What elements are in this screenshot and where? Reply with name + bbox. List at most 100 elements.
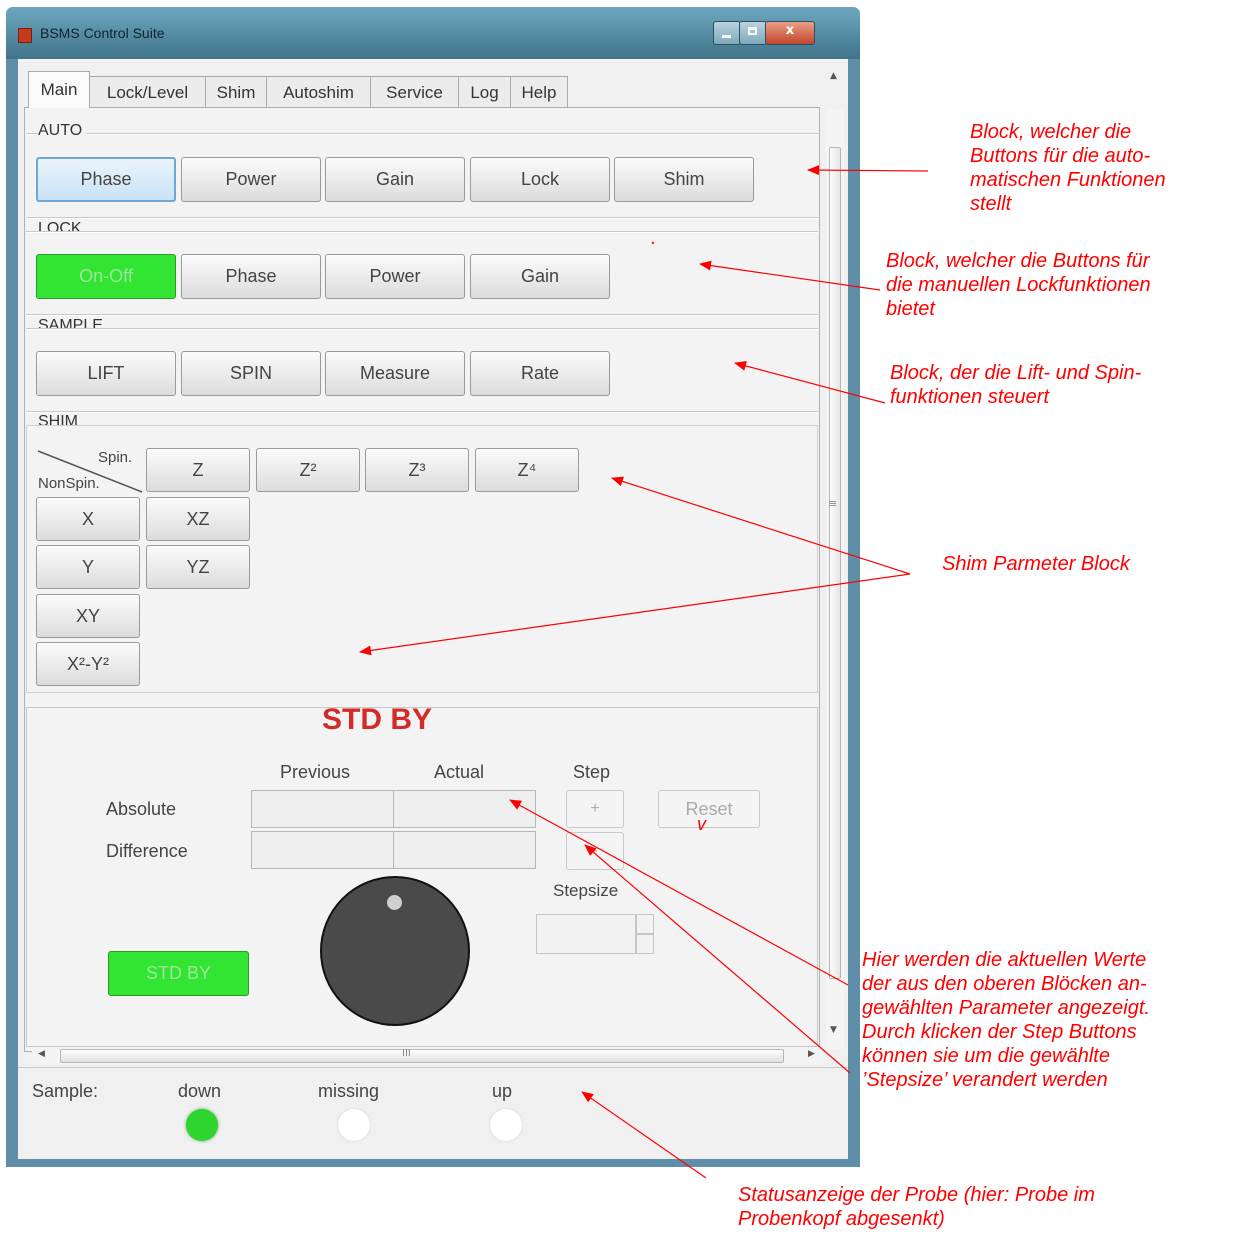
lock-on-off-button[interactable]: On-Off [36, 254, 176, 299]
window-title: BSMS Control Suite [40, 25, 165, 41]
vertical-scroll-thumb[interactable] [829, 147, 841, 979]
annotation-status: Statusanzeige der Probe (hier: Probe im … [738, 1183, 1095, 1231]
auto-gain-button[interactable]: Gain [325, 157, 465, 202]
annotation-auto-line: matischen Funktionen [970, 169, 1166, 191]
annotation-sample: Block, der die Lift- und Spin- funktione… [890, 361, 1141, 409]
row-absolute-label: Absolute [106, 799, 177, 819]
title-bar[interactable]: BSMS Control Suite x [6, 7, 860, 59]
sample-group-line-2 [26, 328, 818, 330]
absolute-previous-field[interactable] [251, 790, 394, 828]
status-title: STD BY [322, 703, 433, 736]
sample-rate-button[interactable]: Rate [470, 351, 610, 396]
annotation-status-line: Statusanzeige der Probe (hier: Probe im [738, 1184, 1095, 1206]
annotation-sample-line: funktionen steuert [890, 386, 1049, 408]
shim-z-button[interactable]: Z [146, 448, 250, 492]
status-missing-led-icon [338, 1109, 370, 1141]
stray-annotation-mark: v [697, 814, 706, 834]
row-difference-label: Difference [106, 841, 188, 861]
sample-measure-button[interactable]: Measure [325, 351, 465, 396]
shim-xz-button[interactable]: XZ [146, 497, 250, 541]
app-icon [18, 28, 32, 43]
annotation-values: Hier werden die aktuellen Werte der aus … [862, 948, 1150, 1092]
shim-z4-button[interactable]: Z⁴ [475, 448, 579, 492]
auto-group-label: AUTO [38, 122, 87, 140]
shim-y-button[interactable]: Y [36, 545, 140, 589]
col-step-label: Step [573, 762, 611, 782]
sample-group-label: SAMPLE [38, 317, 107, 335]
tab-log[interactable]: Log [458, 76, 511, 107]
close-icon: x [785, 23, 795, 38]
vertical-grip-icon: ≡ [828, 497, 838, 510]
auto-shim-button[interactable]: Shim [614, 157, 754, 202]
annotation-shim: Shim Parmeter Block [942, 552, 1130, 576]
scroll-right-arrow-icon[interactable]: ▶ [808, 1049, 815, 1059]
tab-autoshim[interactable]: Autoshim [266, 76, 371, 107]
lock-group-line-2 [26, 231, 818, 233]
annotation-auto-line: stellt [970, 193, 1012, 215]
sample-spin-button[interactable]: SPIN [181, 351, 321, 396]
knob-indicator-icon [387, 895, 402, 910]
lock-power-button[interactable]: Power [325, 254, 465, 299]
annotation-values-line: Durch klicken der Step Buttons [862, 1021, 1137, 1043]
horizontal-grip-icon: III [402, 1048, 411, 1059]
tab-service[interactable]: Service [370, 76, 459, 107]
lock-phase-button[interactable]: Phase [181, 254, 321, 299]
annotation-status-line: Probenkopf abgesenkt) [738, 1208, 945, 1230]
lock-group-line [26, 217, 818, 219]
lock-group-label: LOCK [38, 220, 86, 238]
annotation-auto-line: Buttons für die auto- [970, 145, 1151, 167]
client-area: Main Lock/Level Shim Autoshim Service Lo… [18, 59, 848, 1159]
value-knob[interactable] [320, 876, 470, 1026]
scroll-down-arrow-icon[interactable]: ▼ [830, 1025, 837, 1035]
shim-x-button[interactable]: X [36, 497, 140, 541]
stepsize-down-arrow-icon[interactable] [636, 934, 654, 954]
status-up-label: up [492, 1081, 513, 1101]
maximize-button[interactable] [739, 21, 767, 45]
scroll-up-arrow-icon[interactable]: ▲ [830, 71, 837, 81]
sample-group-line [26, 314, 818, 316]
annotation-auto: Block, welcher die Buttons für die auto-… [970, 120, 1166, 216]
stepsize-up-arrow-icon[interactable] [636, 914, 654, 934]
app-window: BSMS Control Suite x Main Lock/Level Shi… [6, 7, 860, 1167]
annotation-auto-line: Block, welcher die [970, 121, 1132, 143]
shim-xy-button[interactable]: XY [36, 594, 140, 638]
col-previous-label: Previous [280, 762, 351, 782]
tab-shim[interactable]: Shim [205, 76, 267, 107]
lock-gain-button[interactable]: Gain [470, 254, 610, 299]
tab-lock-level[interactable]: Lock/Level [89, 76, 206, 107]
difference-actual-field[interactable] [393, 831, 536, 869]
step-plus-button[interactable]: + [566, 790, 624, 828]
auto-group-line [26, 133, 818, 135]
step-minus-button[interactable]: - [566, 832, 624, 870]
annotation-lock: Block, welcher die Buttons für die manue… [886, 249, 1151, 321]
scroll-left-arrow-icon[interactable]: ◀ [38, 1049, 45, 1059]
horizontal-scroll-thumb[interactable] [60, 1049, 784, 1063]
stepsize-input[interactable] [536, 914, 636, 954]
tab-help[interactable]: Help [510, 76, 568, 107]
reset-button[interactable]: Reset [658, 790, 760, 828]
auto-power-button[interactable]: Power [181, 157, 321, 202]
shim-header-spin: Spin. [98, 449, 133, 466]
stdby-button[interactable]: STD BY [108, 951, 249, 996]
auto-lock-button[interactable]: Lock [470, 157, 610, 202]
statusbar-sample-label: Sample: [32, 1081, 99, 1101]
absolute-actual-field[interactable] [393, 790, 536, 828]
shim-z2-button[interactable]: Z² [256, 448, 360, 492]
shim-z3-button[interactable]: Z³ [365, 448, 469, 492]
annotation-shim-line: Shim Parmeter Block [942, 553, 1130, 575]
annotation-dot: . [650, 228, 656, 249]
difference-previous-field[interactable] [251, 831, 394, 869]
statusbar-divider [18, 1067, 848, 1068]
auto-phase-button[interactable]: Phase [36, 157, 176, 202]
shim-x2-y2-button[interactable]: X²-Y² [36, 642, 140, 686]
minimize-button[interactable] [713, 21, 741, 45]
tab-main[interactable]: Main [28, 71, 90, 108]
annotation-lock-line: bietet [886, 298, 935, 320]
annotation-values-line: der aus den oberen Blöcken an- [862, 973, 1147, 995]
status-missing-label: missing [318, 1081, 380, 1101]
annotation-sample-line: Block, der die Lift- und Spin- [890, 362, 1142, 384]
shim-group-line [26, 411, 818, 413]
sample-lift-button[interactable]: LIFT [36, 351, 176, 396]
close-button[interactable]: x [765, 21, 815, 45]
shim-yz-button[interactable]: YZ [146, 545, 250, 589]
